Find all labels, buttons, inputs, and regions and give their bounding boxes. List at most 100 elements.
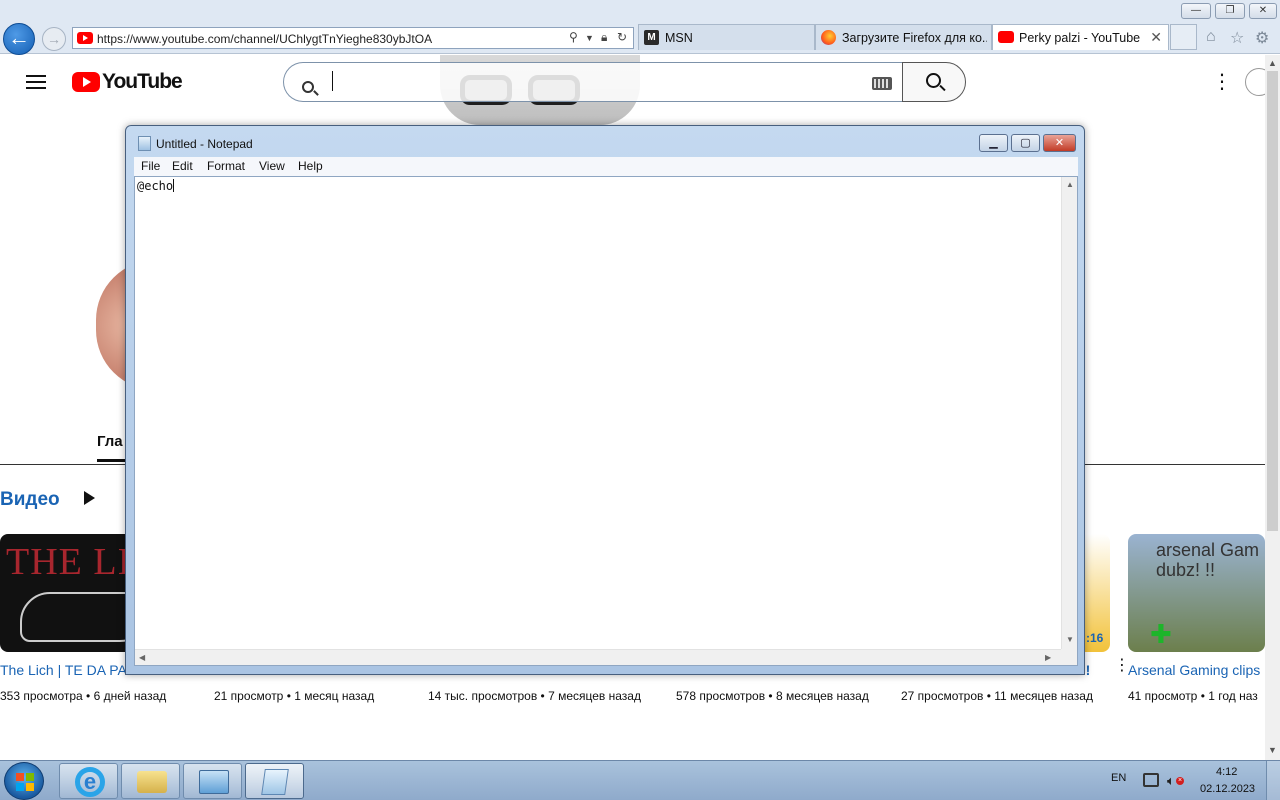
resize-grip[interactable] xyxy=(1061,649,1077,665)
keyboard-icon[interactable] xyxy=(872,77,892,90)
search-icon xyxy=(926,73,941,88)
tab-label: Загрузите Firefox для ко... xyxy=(842,31,987,45)
video-meta: 578 просмотров • 8 месяцев назад xyxy=(676,689,869,703)
back-button[interactable]: ← xyxy=(3,23,35,55)
search-button[interactable] xyxy=(902,62,966,102)
video-title[interactable]: The Lich | TE DA PA xyxy=(0,662,127,678)
back-arrow-icon: ← xyxy=(8,25,30,50)
close-tab-icon[interactable]: ✕ xyxy=(1150,29,1162,46)
notepad-close-button[interactable]: ✕ xyxy=(1043,134,1076,152)
show-desktop-button[interactable] xyxy=(1266,761,1280,800)
lock-icon[interactable]: 🔒︎ xyxy=(601,30,607,45)
control-panel-icon xyxy=(199,770,229,794)
notepad-window: Untitled - Notepad ▁ ▢ ✕ File Edit Forma… xyxy=(125,125,1085,675)
search-input[interactable] xyxy=(283,62,902,102)
youtube-logo-icon[interactable] xyxy=(72,72,100,92)
tab-underline xyxy=(97,459,127,462)
youtube-logo-text[interactable]: YouTube xyxy=(102,70,183,94)
video-thumbnail[interactable]: arsenal Gam dubz! !! ✚ xyxy=(1128,534,1265,652)
home-icon[interactable]: ⌂ xyxy=(1206,28,1216,46)
search-icon xyxy=(302,81,314,93)
notepad-text: @echo xyxy=(137,179,174,193)
notepad-icon xyxy=(138,136,151,151)
scroll-left-icon[interactable]: ◀ xyxy=(139,653,145,662)
play-all-icon[interactable] xyxy=(84,491,95,505)
notepad-horizontal-scrollbar[interactable]: ◀ ▶ xyxy=(135,649,1061,665)
speaker-muted-icon: × xyxy=(1176,777,1184,785)
speaker-icon[interactable]: 🔈︎ xyxy=(1167,773,1175,789)
dropdown-icon[interactable]: ▼ xyxy=(585,33,594,43)
video-meta: 353 просмотра • 6 дней назад xyxy=(0,689,167,703)
menu-view[interactable]: View xyxy=(259,159,285,173)
firefox-favicon-icon xyxy=(821,30,836,45)
plus-icon: ✚ xyxy=(1150,619,1172,649)
new-tab-button[interactable] xyxy=(1170,24,1197,50)
notepad-icon xyxy=(261,769,289,795)
videos-heading[interactable]: Видео xyxy=(0,489,60,511)
clock-time[interactable]: 4:12 xyxy=(1216,766,1237,778)
video-meta: 21 просмотр • 1 месяц назад xyxy=(214,689,375,703)
notepad-menubar: File Edit Format View Help xyxy=(134,157,1078,176)
notepad-text-area[interactable]: @echo ▲ ▼ ◀ ▶ xyxy=(134,176,1078,666)
taskbar-internet-explorer[interactable]: e xyxy=(59,763,118,799)
notepad-minimize-button[interactable]: ▁ xyxy=(979,134,1008,152)
video-meta: 41 просмотр • 1 год наз xyxy=(1128,689,1258,703)
address-bar[interactable]: https://www.youtube.com/channel/UChlygtT… xyxy=(72,27,634,49)
msn-favicon-icon: M xyxy=(644,30,659,45)
taskbar-explorer[interactable] xyxy=(121,763,180,799)
notepad-content: @echo xyxy=(137,179,175,193)
browser-restore-button[interactable]: ❐ xyxy=(1215,3,1245,19)
tab-home[interactable]: Гла xyxy=(97,433,123,450)
menu-file[interactable]: File xyxy=(141,159,160,173)
browser-navbar: ← → https://www.youtube.com/channel/UChl… xyxy=(0,22,1280,55)
tab-youtube[interactable]: Perky palzi - YouTube ✕ xyxy=(992,24,1169,50)
video-title[interactable]: Arsenal Gaming clips xyxy=(1128,662,1260,678)
notepad-maximize-button[interactable]: ▢ xyxy=(1011,134,1040,152)
scroll-down-icon[interactable]: ▼ xyxy=(1066,635,1074,644)
folder-icon xyxy=(137,771,167,793)
tab-msn[interactable]: M MSN xyxy=(638,24,815,50)
scroll-down-icon[interactable]: ▼ xyxy=(1268,745,1277,755)
scroll-right-icon[interactable]: ▶ xyxy=(1045,653,1051,662)
text-caret xyxy=(173,179,175,192)
scroll-up-icon[interactable]: ▲ xyxy=(1066,180,1074,189)
menu-icon[interactable] xyxy=(26,75,46,89)
start-button[interactable] xyxy=(4,762,44,800)
network-icon[interactable] xyxy=(1143,773,1159,787)
language-indicator[interactable]: EN xyxy=(1111,772,1126,784)
notepad-title: Untitled - Notepad xyxy=(156,137,253,151)
page-scrollbar[interactable]: ▲ ▼ xyxy=(1265,55,1280,760)
taskbar-control-panel[interactable] xyxy=(183,763,242,799)
taskbar: e EN 🔈︎ × 4:12 02.12.2023 xyxy=(0,760,1280,800)
gear-icon[interactable]: ⚙ xyxy=(1255,28,1269,48)
search-icon[interactable]: ⚲ xyxy=(569,30,578,44)
account-button[interactable] xyxy=(1245,68,1265,96)
refresh-icon[interactable]: ↻ xyxy=(617,30,627,44)
thumbnail-text: THE LI xyxy=(6,541,132,583)
address-url[interactable]: https://www.youtube.com/channel/UChlygtT… xyxy=(97,32,432,46)
menu-edit[interactable]: Edit xyxy=(172,159,193,173)
tab-label: Perky palzi - YouTube xyxy=(1019,31,1141,45)
scrollbar-thumb[interactable] xyxy=(1267,71,1278,531)
notepad-vertical-scrollbar[interactable]: ▲ ▼ xyxy=(1061,177,1077,649)
more-options-icon[interactable]: ⋮ xyxy=(1212,72,1232,93)
windows-flag-icon xyxy=(16,773,34,791)
forward-arrow-icon: → xyxy=(47,31,61,47)
taskbar-notepad[interactable] xyxy=(245,763,304,799)
thumbnail-text: arsenal Gam dubz! !! xyxy=(1156,540,1260,580)
youtube-favicon-icon xyxy=(77,32,93,44)
tab-firefox[interactable]: Загрузите Firefox для ко... xyxy=(815,24,992,50)
star-icon[interactable]: ☆ xyxy=(1230,28,1244,48)
browser-minimize-button[interactable]: — xyxy=(1181,3,1211,19)
text-caret xyxy=(332,71,333,91)
video-duration-badge: :16 xyxy=(1086,631,1104,645)
internet-explorer-icon: e xyxy=(75,767,105,797)
youtube-favicon-icon xyxy=(998,31,1014,43)
browser-close-button[interactable]: ✕ xyxy=(1249,3,1277,19)
video-meta: 14 тыс. просмотров • 7 месяцев назад xyxy=(428,689,641,703)
menu-help[interactable]: Help xyxy=(298,159,323,173)
menu-format[interactable]: Format xyxy=(207,159,245,173)
clock-date[interactable]: 02.12.2023 xyxy=(1200,783,1255,795)
scroll-up-icon[interactable]: ▲ xyxy=(1268,58,1277,68)
forward-button[interactable]: → xyxy=(42,27,66,51)
